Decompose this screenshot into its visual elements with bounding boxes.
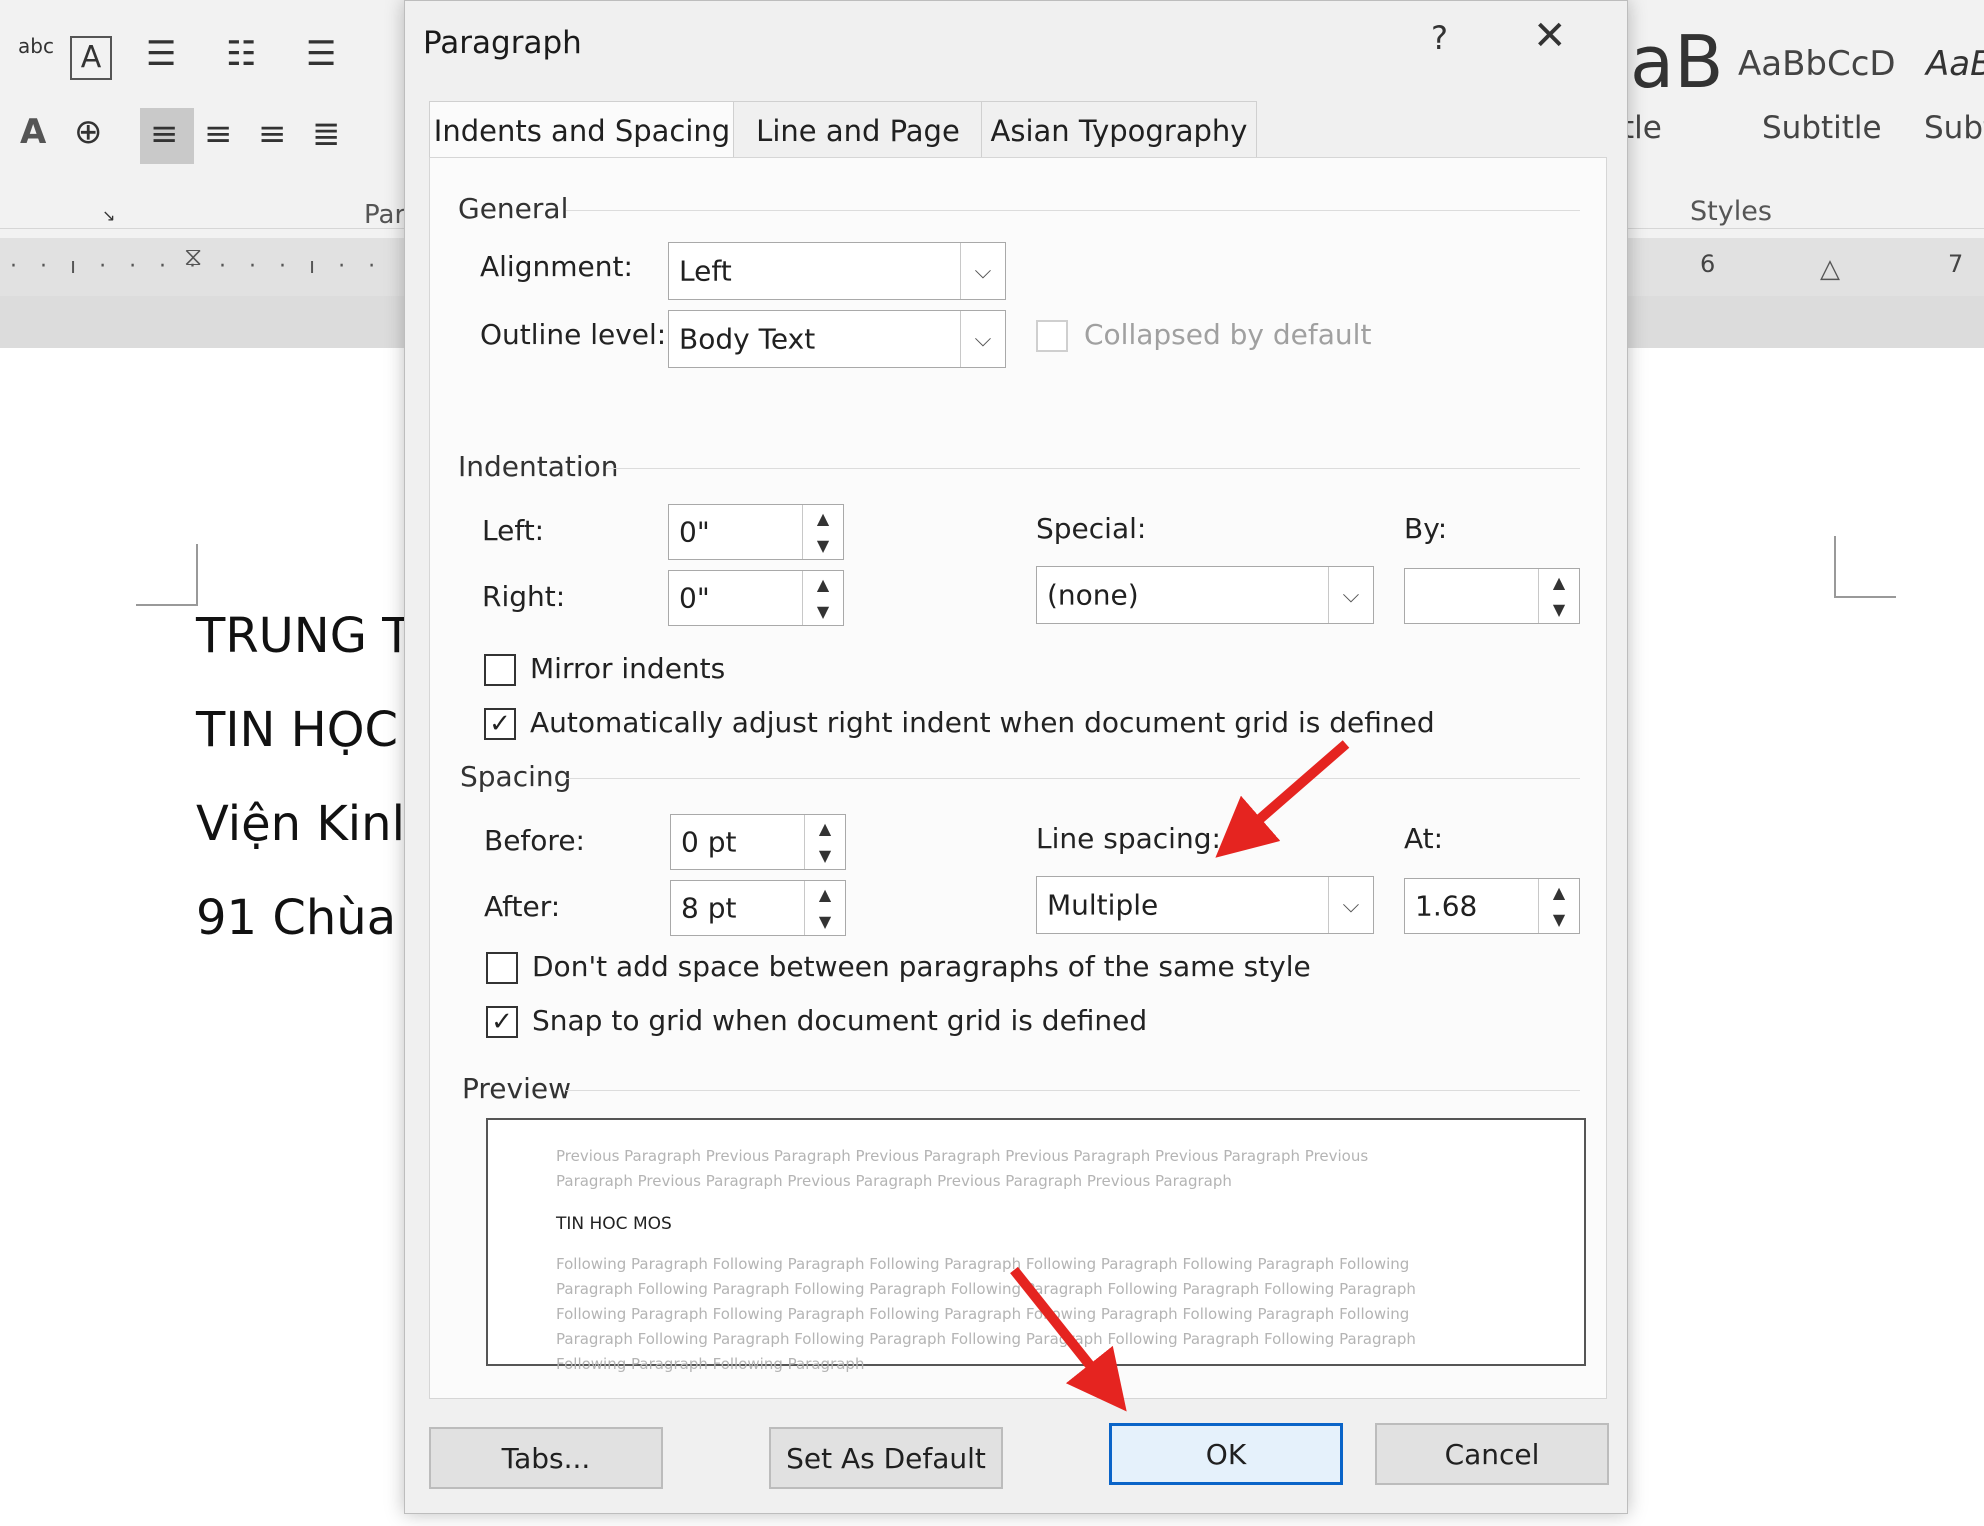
red-arrow-ok <box>1010 1266 1127 1412</box>
annotation-arrows <box>1010 740 1350 1412</box>
red-arrow-line-spacing <box>1215 740 1350 858</box>
